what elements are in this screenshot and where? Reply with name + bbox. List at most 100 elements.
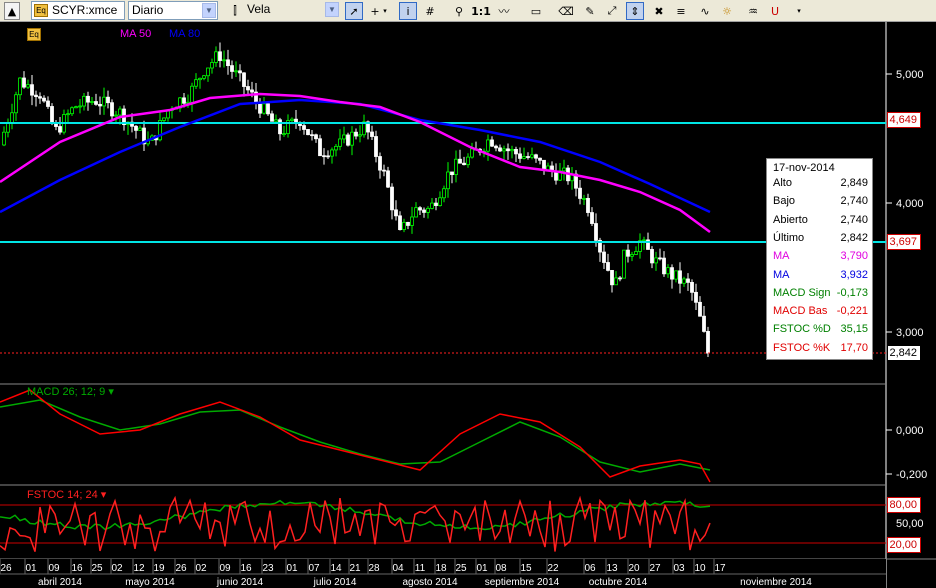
info-row-label: Bajo xyxy=(773,195,796,208)
day-tick-label: 15 xyxy=(520,563,532,574)
candle-body xyxy=(78,105,82,108)
candle-body xyxy=(658,257,662,260)
day-tick-label: 07 xyxy=(308,563,320,574)
chart-type-select[interactable]: Vela ▼ xyxy=(244,1,340,20)
price-label-lower: 3,697 xyxy=(887,234,921,250)
period-select[interactable]: Diario ▼ xyxy=(128,1,218,20)
eraser-icon[interactable]: ⌫ xyxy=(557,2,575,20)
toolbar: ▲ Eq SCYR:xmce Diario ▼ ⫿ Vela ▼ ➚ + ▾ i… xyxy=(0,0,936,22)
candle-body xyxy=(198,77,202,81)
grid-icon[interactable]: # xyxy=(421,2,439,20)
candles xyxy=(2,42,710,358)
chevron-down-icon[interactable]: ▾ xyxy=(380,2,390,20)
candle-body xyxy=(426,207,430,213)
candle-body xyxy=(562,167,566,172)
pencil-icon[interactable]: ✎ xyxy=(581,2,599,20)
candle-body xyxy=(594,223,598,241)
candle-body xyxy=(302,125,306,130)
candle-body xyxy=(110,102,114,117)
info-row-value: 2,849 xyxy=(840,177,868,189)
info-row-value: -0,221 xyxy=(836,305,868,318)
candle-body xyxy=(210,62,214,69)
candle-body xyxy=(98,103,102,107)
candle-body xyxy=(194,79,198,87)
rectangle-icon[interactable]: ▭ xyxy=(527,2,545,20)
info-row: MACD Bas -0,221 xyxy=(773,305,868,321)
stoch-label-high-text: 80,00 xyxy=(889,499,917,511)
candle-body xyxy=(6,122,10,133)
candle-body xyxy=(10,112,14,124)
delete-icon[interactable]: ✖ xyxy=(650,2,668,20)
price-list-icon[interactable]: ≡ xyxy=(672,2,690,20)
candle-body xyxy=(222,59,226,62)
candle-body xyxy=(706,331,710,354)
month-label: noviembre 2014 xyxy=(740,577,812,588)
candle-body xyxy=(86,95,90,103)
candle-body xyxy=(66,113,70,116)
day-tick-label: 19 xyxy=(153,563,165,574)
y-tick-label: 3,000 xyxy=(896,327,924,339)
auto-scale-icon[interactable]: ⇕ xyxy=(626,2,644,20)
indicator-icon[interactable]: ∿ xyxy=(696,2,714,20)
candle-body xyxy=(50,106,54,124)
candle-body xyxy=(374,136,378,157)
day-tick-label: 28 xyxy=(368,563,380,574)
candle-body xyxy=(406,221,410,226)
candle-body xyxy=(394,209,398,217)
day-tick-label: 23 xyxy=(262,563,274,574)
magnet-icon[interactable]: U xyxy=(766,2,784,20)
candle-body xyxy=(650,249,654,264)
day-tick-label: 26 xyxy=(175,563,187,574)
candle-body xyxy=(590,212,594,224)
candle-body xyxy=(654,257,658,264)
scroll-up-icon[interactable]: ▲ xyxy=(4,2,20,20)
candle-body xyxy=(290,118,294,121)
candle-body xyxy=(118,108,122,116)
info-icon[interactable]: i xyxy=(399,2,417,20)
one-to-one-button[interactable]: 1:1 xyxy=(471,2,491,20)
info-row-value: -0,173 xyxy=(836,286,868,299)
sun-icon[interactable]: ☼ xyxy=(718,2,736,20)
candle-body xyxy=(346,134,350,146)
symbol-field[interactable]: Eq SCYR:xmce xyxy=(31,1,125,20)
candle-body xyxy=(402,221,406,231)
candle-body xyxy=(418,207,422,211)
candle-body xyxy=(514,148,518,155)
wave-icon[interactable]: 〰 xyxy=(495,2,513,20)
alarm-icon[interactable]: ♒ xyxy=(744,2,762,20)
day-tick-label: 11 xyxy=(415,563,426,574)
ma50-label: MA 50 xyxy=(120,28,151,40)
chart-type-icon[interactable]: ⫿ xyxy=(226,2,244,20)
candle-body xyxy=(534,154,538,159)
candle-body xyxy=(642,239,646,242)
zoom-icon[interactable]: ⚲ xyxy=(450,2,468,20)
candle-body xyxy=(626,249,630,257)
candle-body xyxy=(2,131,6,146)
macd-tick-label: -0,200 xyxy=(896,469,927,481)
candle-body xyxy=(678,270,682,284)
day-tick-label: 18 xyxy=(435,563,447,574)
candle-body xyxy=(454,158,458,176)
candle-body xyxy=(58,126,62,133)
pointer-icon[interactable]: ➚ xyxy=(345,2,363,20)
indicator-lines xyxy=(0,92,886,552)
candle-body xyxy=(486,139,490,152)
candle-body xyxy=(330,149,334,157)
candle-body xyxy=(326,155,330,158)
info-row-label: Abierto xyxy=(773,213,808,226)
info-row-label: Alto xyxy=(773,177,792,189)
candle-body xyxy=(38,96,42,99)
info-row-label: Último xyxy=(773,231,805,244)
candle-body xyxy=(494,145,498,149)
day-tick-label: 14 xyxy=(330,563,342,574)
candle-body xyxy=(582,197,586,200)
more-icon[interactable]: ▾ xyxy=(790,2,808,20)
candle-body xyxy=(414,207,418,218)
price-label-upper: 4,649 xyxy=(887,112,921,128)
candle-body xyxy=(214,51,218,63)
info-row-label: FSTOC %D xyxy=(773,323,831,336)
fit-icon[interactable]: ⤢ xyxy=(603,2,621,20)
candle-body xyxy=(686,278,690,283)
candle-body xyxy=(274,119,278,122)
info-row-value: 35,15 xyxy=(840,323,868,336)
